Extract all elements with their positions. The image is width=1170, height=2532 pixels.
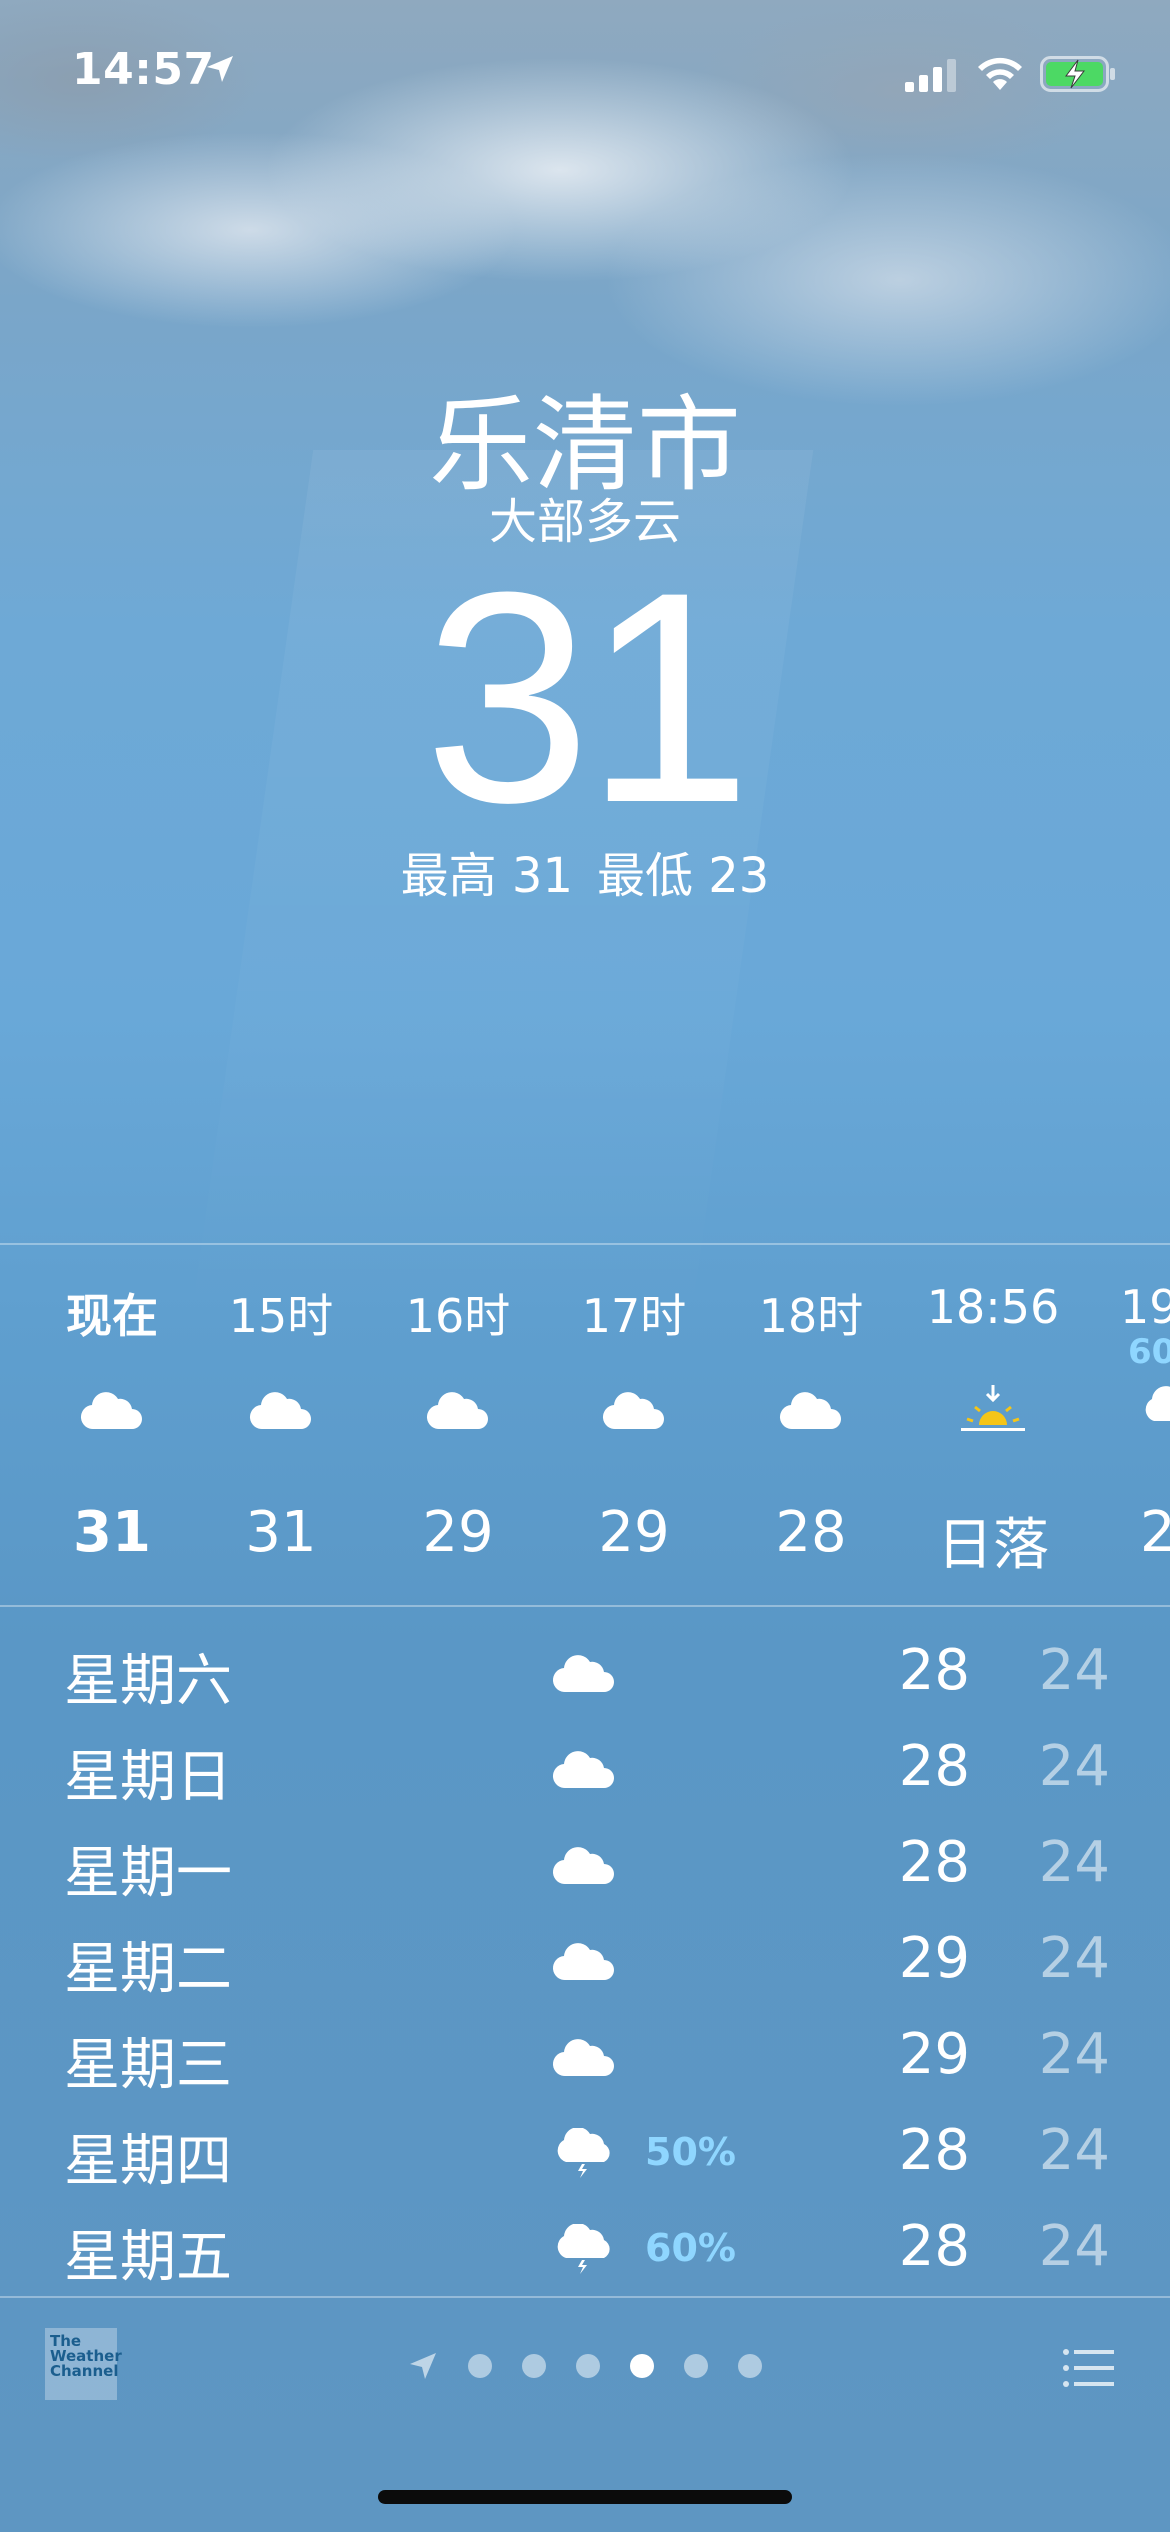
high-temperature: 最高 31 — [400, 848, 573, 904]
day-precipitation: 50% — [645, 2130, 736, 2174]
day-low: 24 — [1038, 1734, 1110, 1799]
day-high: 28 — [898, 1830, 970, 1895]
hour-label: 19 — [1120, 1280, 1170, 1334]
hourly-item-sunset: 18:56 日落 — [908, 1245, 1078, 1605]
daily-forecast[interactable]: 星期六 28 24 星期日 28 24 星期一 28 24 星期二 29 24 … — [0, 1620, 1170, 2292]
day-low: 24 — [1038, 1638, 1110, 1703]
hourly-item: 17时 29 — [549, 1245, 719, 1605]
day-low: 24 — [1038, 2022, 1110, 2087]
day-high: 29 — [898, 1926, 970, 1991]
cloud-icon — [552, 1943, 614, 1981]
weather-channel-logo[interactable]: The Weather Channel — [45, 2328, 122, 2400]
cloud-icon — [80, 1392, 142, 1430]
day-high: 29 — [898, 2022, 970, 2087]
cloud-icon — [552, 1751, 614, 1789]
cellular-signal-icon — [905, 59, 956, 92]
location-arrow-icon — [207, 56, 233, 82]
thunderstorm-icon — [557, 2224, 610, 2274]
hour-label: 16时 — [405, 1289, 511, 1343]
page-dot[interactable] — [576, 2354, 600, 2378]
page-dot[interactable] — [684, 2354, 708, 2378]
page-dot[interactable] — [738, 2354, 762, 2378]
logo-line: Channel — [50, 2362, 119, 2380]
hourly-item: 19 60 2 — [1062, 1245, 1170, 1605]
hour-precipitation: 60 — [1128, 1332, 1170, 1372]
day-name: 星期三 — [64, 2033, 232, 2098]
day-low: 24 — [1038, 2118, 1110, 2183]
cloud-icon — [602, 1392, 664, 1430]
hour-temperature: 31 — [245, 1500, 317, 1565]
daily-row: 星期三 29 24 — [0, 2004, 1170, 2100]
hourly-bottom-divider — [0, 1605, 1170, 1607]
thunderstorm-icon — [557, 2128, 610, 2178]
location-arrow-icon — [410, 2353, 436, 2379]
day-low: 24 — [1038, 2214, 1110, 2279]
day-name: 星期五 — [64, 2225, 232, 2290]
hour-label: 18时 — [758, 1289, 864, 1343]
low-temperature: 最低 23 — [597, 848, 770, 904]
daily-row: 星期日 28 24 — [0, 1716, 1170, 1812]
hourly-forecast[interactable]: 现在 31 15时 31 16时 29 17时 29 18时 28 18:56 … — [0, 1245, 1170, 1605]
cloud-icon — [552, 1655, 614, 1693]
day-precipitation: 60% — [645, 2226, 736, 2270]
hour-label: 18:56 — [926, 1280, 1060, 1334]
page-dot-active[interactable] — [630, 2354, 654, 2378]
hour-temperature: 29 — [422, 1500, 494, 1565]
high-low-temperature: 最高 31 最低 23 — [0, 836, 1170, 906]
cloud-icon — [552, 1847, 614, 1885]
day-high: 28 — [898, 2118, 970, 2183]
status-bar: 14:57 — [0, 0, 1170, 140]
daily-row: 星期二 29 24 — [0, 1908, 1170, 2004]
wifi-icon — [978, 57, 1022, 90]
day-name: 星期四 — [64, 2129, 232, 2194]
cloud-icon — [552, 2039, 614, 2077]
hour-label: 17时 — [581, 1289, 687, 1343]
day-name: 星期一 — [64, 1841, 232, 1906]
hourly-item-now: 现在 31 — [27, 1245, 197, 1605]
sunset-icon — [961, 1385, 1025, 1431]
status-time: 14:57 — [72, 44, 215, 95]
day-name: 星期六 — [64, 1649, 232, 1714]
hourly-item: 15时 31 — [196, 1245, 366, 1605]
hour-temperature: 28 — [775, 1500, 847, 1565]
hour-temperature: 29 — [598, 1500, 670, 1565]
city-list-icon[interactable] — [1062, 2346, 1114, 2390]
home-indicator[interactable] — [378, 2490, 792, 2504]
day-low: 24 — [1038, 1830, 1110, 1895]
cloud-icon — [249, 1392, 311, 1430]
page-indicator[interactable] — [408, 2348, 762, 2384]
hour-label: 15时 — [228, 1289, 334, 1343]
hour-temperature: 2 — [1140, 1500, 1170, 1565]
day-high: 28 — [898, 1638, 970, 1703]
day-high: 28 — [898, 2214, 970, 2279]
cloud-icon — [426, 1392, 488, 1430]
page-dot[interactable] — [468, 2354, 492, 2378]
cloud-icon — [779, 1392, 841, 1430]
hour-temperature: 日落 — [937, 1513, 1049, 1578]
daily-row: 星期五 60% 28 24 — [0, 2196, 1170, 2292]
daily-row: 星期六 28 24 — [0, 1620, 1170, 1716]
current-temperature: 31 — [424, 529, 752, 865]
daily-row: 星期一 28 24 — [0, 1812, 1170, 1908]
daily-row: 星期四 50% 28 24 — [0, 2100, 1170, 2196]
hour-label: 现在 — [66, 1289, 158, 1343]
day-name: 星期二 — [64, 1937, 232, 2002]
day-low: 24 — [1038, 1926, 1110, 1991]
hourly-item: 18时 28 — [726, 1245, 896, 1605]
thunderstorm-icon — [1145, 1386, 1170, 1421]
page-dot[interactable] — [522, 2354, 546, 2378]
day-name: 星期日 — [64, 1745, 232, 1810]
hourly-item: 16时 29 — [373, 1245, 543, 1605]
battery-charging-icon — [1040, 56, 1115, 92]
day-high: 28 — [898, 1734, 970, 1799]
hour-temperature: 31 — [73, 1500, 151, 1565]
